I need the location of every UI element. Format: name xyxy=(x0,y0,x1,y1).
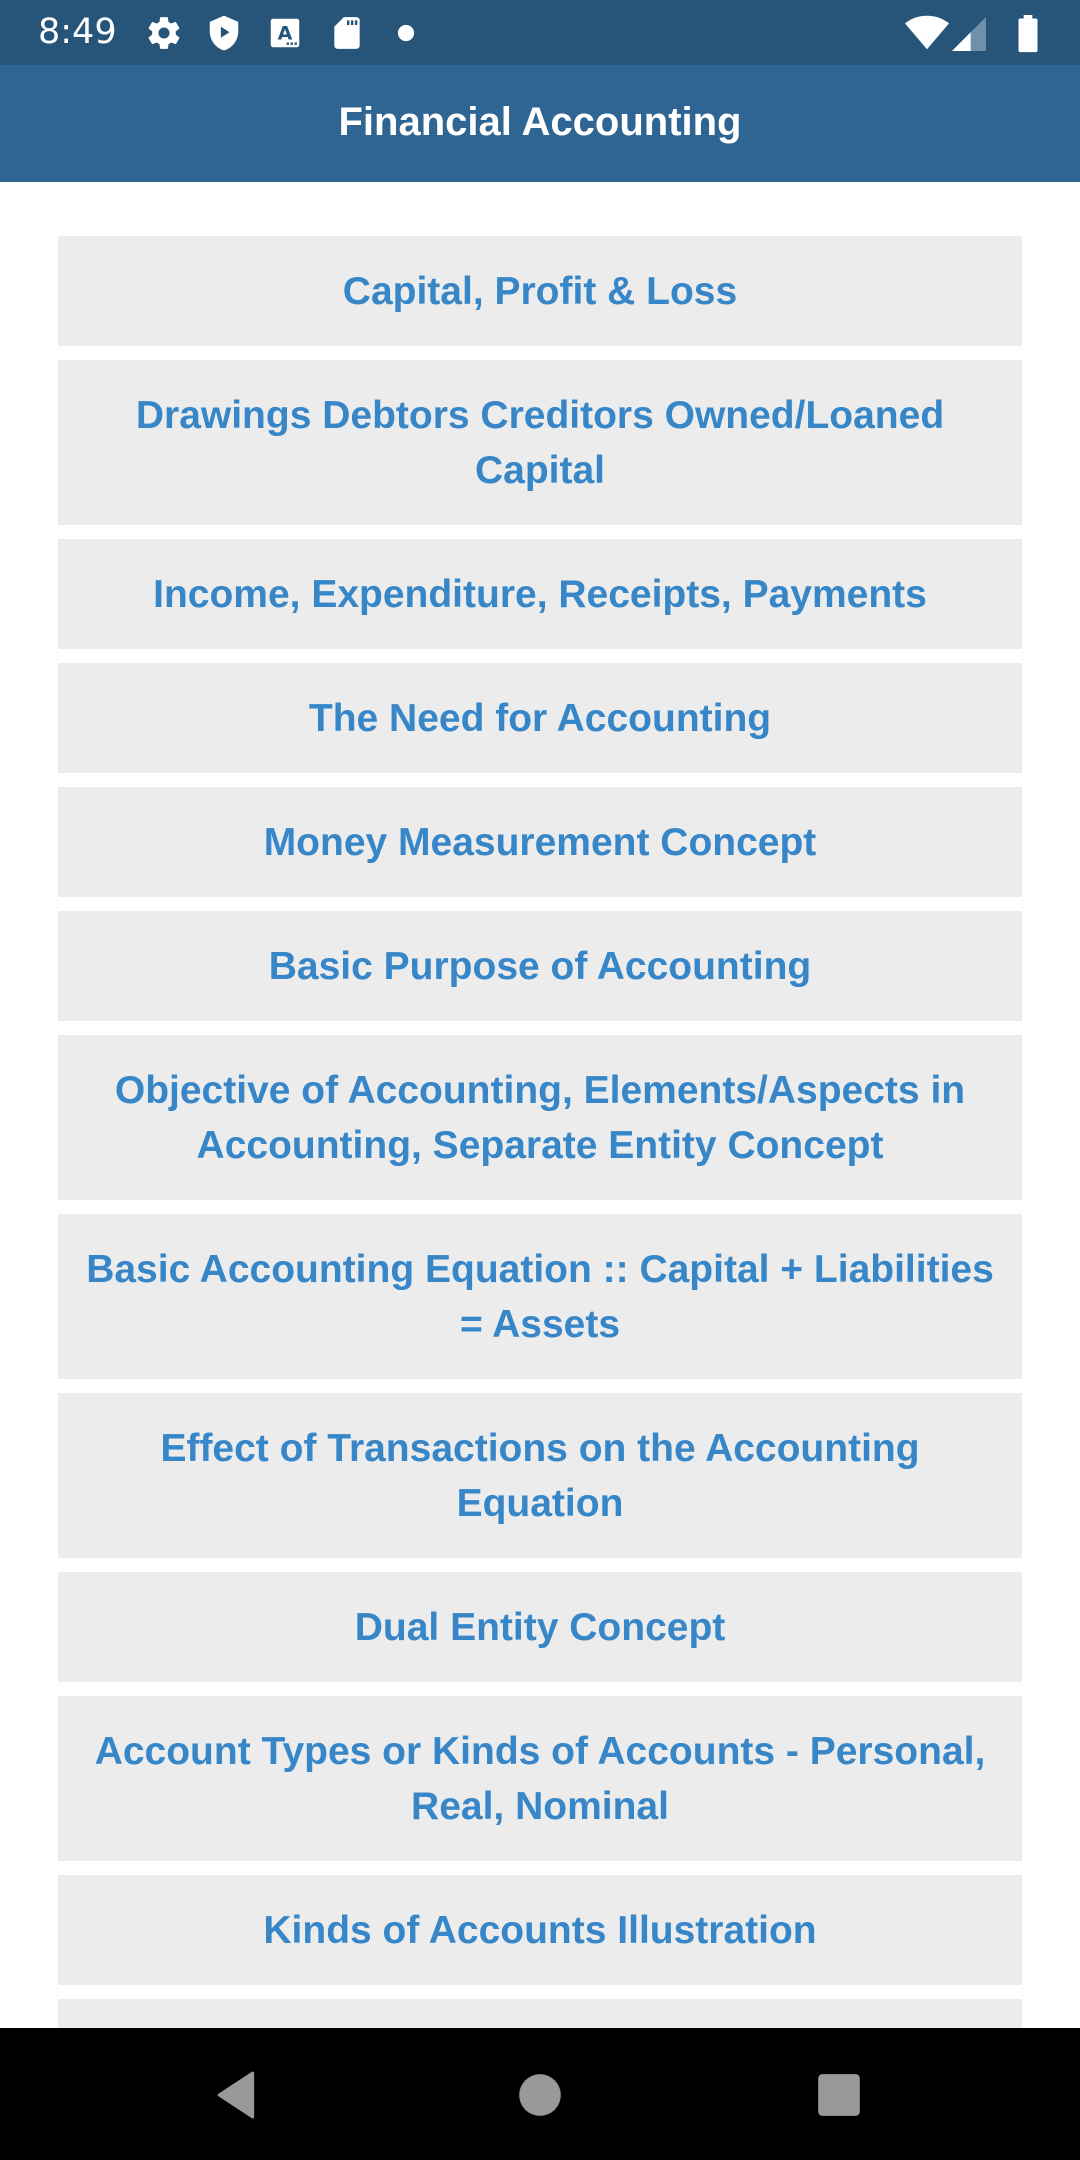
notification-dot-icon xyxy=(397,24,415,42)
app-title: Financial Accounting xyxy=(338,100,742,144)
topic-item-kinds-of-accounts-illustration[interactable]: Kinds of Accounts Illustration xyxy=(58,1875,1022,1985)
topic-item-money-measurement[interactable]: Money Measurement Concept xyxy=(58,787,1022,897)
sd-card-icon xyxy=(328,14,366,52)
home-circle-icon xyxy=(519,2074,561,2116)
svg-text:A: A xyxy=(278,22,293,44)
status-bar: 8:49 A xyxy=(0,0,1080,65)
topic-item-drawings-debtors-creditors[interactable]: Drawings Debtors Creditors Owned/Loaned … xyxy=(58,360,1022,525)
app-bar: Financial Accounting xyxy=(0,65,1080,182)
topic-item-need-for-accounting[interactable]: The Need for Accounting xyxy=(58,663,1022,773)
topic-item-basic-purpose[interactable]: Basic Purpose of Accounting xyxy=(58,911,1022,1021)
back-triangle-icon xyxy=(217,2071,255,2119)
text-a-icon: A xyxy=(266,14,304,52)
recents-square-icon xyxy=(818,2074,860,2116)
topic-item-basic-accounting-equation[interactable]: Basic Accounting Equation :: Capital + L… xyxy=(58,1214,1022,1379)
play-protect-shield-icon xyxy=(205,14,243,52)
topic-item-dual-entity[interactable]: Dual Entity Concept xyxy=(58,1572,1022,1682)
recents-button[interactable] xyxy=(814,2070,864,2120)
topic-item-account-types[interactable]: Account Types or Kinds of Accounts - Per… xyxy=(58,1696,1022,1861)
topic-item-income-expenditure[interactable]: Income, Expenditure, Receipts, Payments xyxy=(58,539,1022,649)
home-button[interactable] xyxy=(515,2070,565,2120)
navigation-bar xyxy=(0,2028,1080,2160)
topic-item-effect-of-transactions[interactable]: Effect of Transactions on the Accounting… xyxy=(58,1393,1022,1558)
settings-gear-icon xyxy=(145,14,183,52)
cell-signal-icon xyxy=(952,16,986,52)
back-button[interactable] xyxy=(213,2070,263,2120)
status-time: 8:49 xyxy=(38,12,117,52)
topic-list: Capital, Profit & Loss Drawings Debtors … xyxy=(58,236,1022,2109)
wifi-icon xyxy=(904,12,950,52)
battery-icon xyxy=(1017,15,1039,53)
topic-item-capital-profit-loss[interactable]: Capital, Profit & Loss xyxy=(58,236,1022,346)
topic-item-objective-of-accounting[interactable]: Objective of Accounting, Elements/Aspect… xyxy=(58,1035,1022,1200)
